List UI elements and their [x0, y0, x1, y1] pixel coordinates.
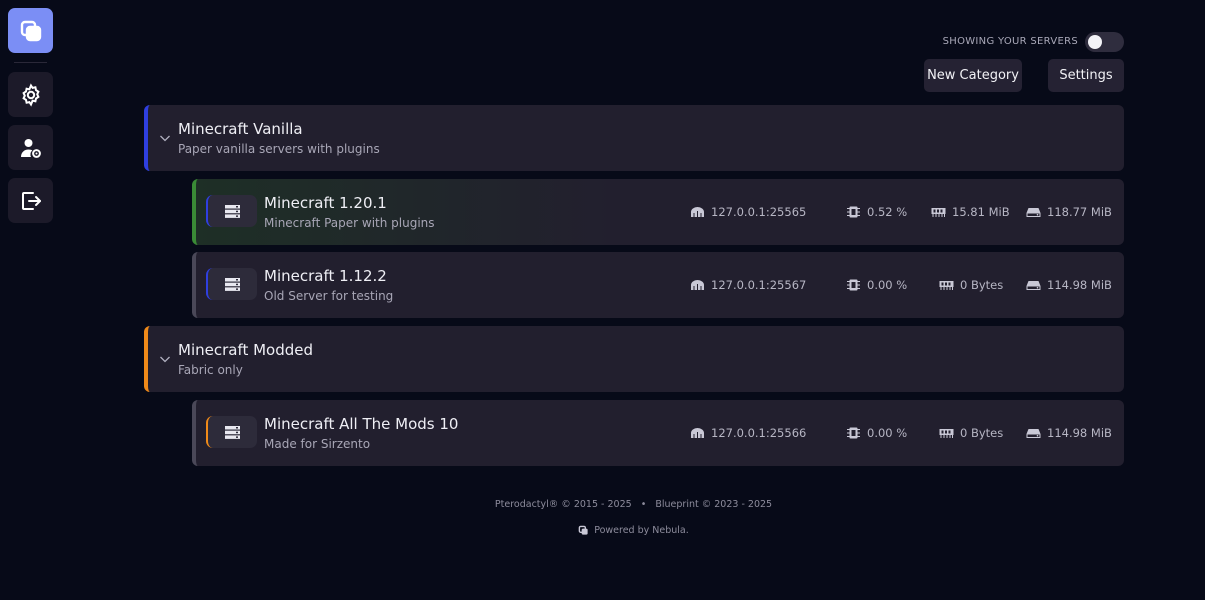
sidebar — [0, 0, 62, 600]
server-memory-value: 15.81 MiB — [952, 205, 1010, 219]
server-address: 127.0.0.1:25565 — [690, 204, 806, 220]
category-minecraft-modded[interactable]: Minecraft Modded Fabric only — [144, 326, 1124, 392]
cpu-icon — [847, 427, 860, 439]
server-description: Minecraft Paper with plugins — [264, 216, 435, 230]
server-disk: 114.98 MiB — [1026, 277, 1112, 293]
server-row[interactable]: Minecraft 1.20.1 Minecraft Paper with pl… — [192, 179, 1124, 245]
server-address-value: 127.0.0.1:25566 — [711, 426, 807, 440]
sidebar-account-button[interactable] — [8, 125, 53, 170]
sidebar-logout-button[interactable] — [8, 178, 53, 223]
logout-icon — [21, 191, 41, 210]
disk-icon — [1026, 281, 1041, 290]
server-cpu: 0.00 % — [846, 277, 907, 293]
memory-icon — [939, 281, 954, 290]
server-disk-value: 118.77 MiB — [1047, 205, 1112, 219]
category-title: Minecraft Modded — [178, 341, 314, 359]
network-icon — [691, 280, 704, 290]
show-servers-toggle[interactable] — [1085, 32, 1124, 52]
server-address: 127.0.0.1:25566 — [690, 425, 806, 441]
server-memory: 0 Bytes — [939, 277, 1003, 293]
category-description: Fabric only — [178, 363, 243, 377]
sidebar-divider — [14, 62, 47, 63]
cpu-icon — [847, 206, 860, 218]
server-cpu: 0.00 % — [846, 425, 907, 441]
category-title: Minecraft Vanilla — [178, 120, 303, 138]
server-address-value: 127.0.0.1:25567 — [711, 278, 807, 292]
settings-button[interactable]: Settings — [1048, 59, 1124, 92]
server-memory-value: 0 Bytes — [960, 426, 1004, 440]
footer-powered: Powered by Nebula. — [0, 525, 1205, 536]
server-rack-icon — [225, 425, 240, 439]
server-memory: 0 Bytes — [939, 425, 1003, 441]
chevron-down-icon[interactable] — [159, 353, 171, 365]
network-icon — [691, 207, 704, 217]
server-address: 127.0.0.1:25567 — [690, 277, 806, 293]
category-description: Paper vanilla servers with plugins — [178, 142, 380, 156]
chevron-down-icon[interactable] — [159, 132, 171, 144]
server-cpu-value: 0.00 % — [867, 278, 908, 292]
sidebar-settings-button[interactable] — [8, 72, 53, 117]
nebula-logo-icon — [578, 525, 588, 535]
disk-icon — [1026, 208, 1041, 217]
server-cpu-value: 0.52 % — [867, 205, 908, 219]
server-rack-icon — [225, 204, 240, 218]
logo-icon — [20, 20, 41, 41]
server-icon-box — [206, 195, 257, 227]
memory-icon — [939, 429, 954, 438]
network-icon — [691, 428, 704, 438]
server-icon-box — [206, 268, 257, 300]
server-disk: 118.77 MiB — [1026, 204, 1112, 220]
server-description: Old Server for testing — [264, 289, 394, 303]
disk-icon — [1026, 429, 1041, 438]
server-cpu-value: 0.00 % — [867, 426, 908, 440]
powered-by-link[interactable]: Powered by Nebula. — [594, 525, 689, 536]
server-row[interactable]: Minecraft All The Mods 10 Made for Sirze… — [192, 400, 1124, 466]
toggle-knob — [1088, 35, 1102, 49]
server-memory-value: 0 Bytes — [960, 278, 1004, 292]
server-title: Minecraft 1.12.2 — [264, 267, 387, 285]
cpu-icon — [847, 279, 860, 291]
category-minecraft-vanilla[interactable]: Minecraft Vanilla Paper vanilla servers … — [144, 105, 1124, 171]
server-memory: 15.81 MiB — [931, 204, 1010, 220]
server-row[interactable]: Minecraft 1.12.2 Old Server for testing … — [192, 252, 1124, 318]
footer-copyright: Pterodactyl® © 2015 - 2025 • Blueprint ©… — [494, 499, 773, 510]
server-title: Minecraft 1.20.1 — [264, 194, 387, 212]
gear-icon — [21, 82, 40, 107]
server-disk-value: 114.98 MiB — [1047, 278, 1112, 292]
user-settings-icon — [20, 138, 41, 158]
server-rack-icon — [225, 277, 240, 291]
server-title: Minecraft All The Mods 10 — [264, 415, 459, 433]
server-address-value: 127.0.0.1:25565 — [711, 205, 807, 219]
sidebar-logo-button[interactable] — [8, 8, 53, 53]
server-cpu: 0.52 % — [846, 204, 907, 220]
memory-icon — [931, 208, 946, 217]
server-disk-value: 114.98 MiB — [1047, 426, 1112, 440]
server-icon-box — [206, 416, 257, 448]
server-disk: 114.98 MiB — [1026, 425, 1112, 441]
toggle-label: SHOWING YOUR SERVERS — [942, 36, 1078, 47]
new-category-button[interactable]: New Category — [924, 59, 1022, 92]
server-description: Made for Sirzento — [264, 437, 371, 451]
